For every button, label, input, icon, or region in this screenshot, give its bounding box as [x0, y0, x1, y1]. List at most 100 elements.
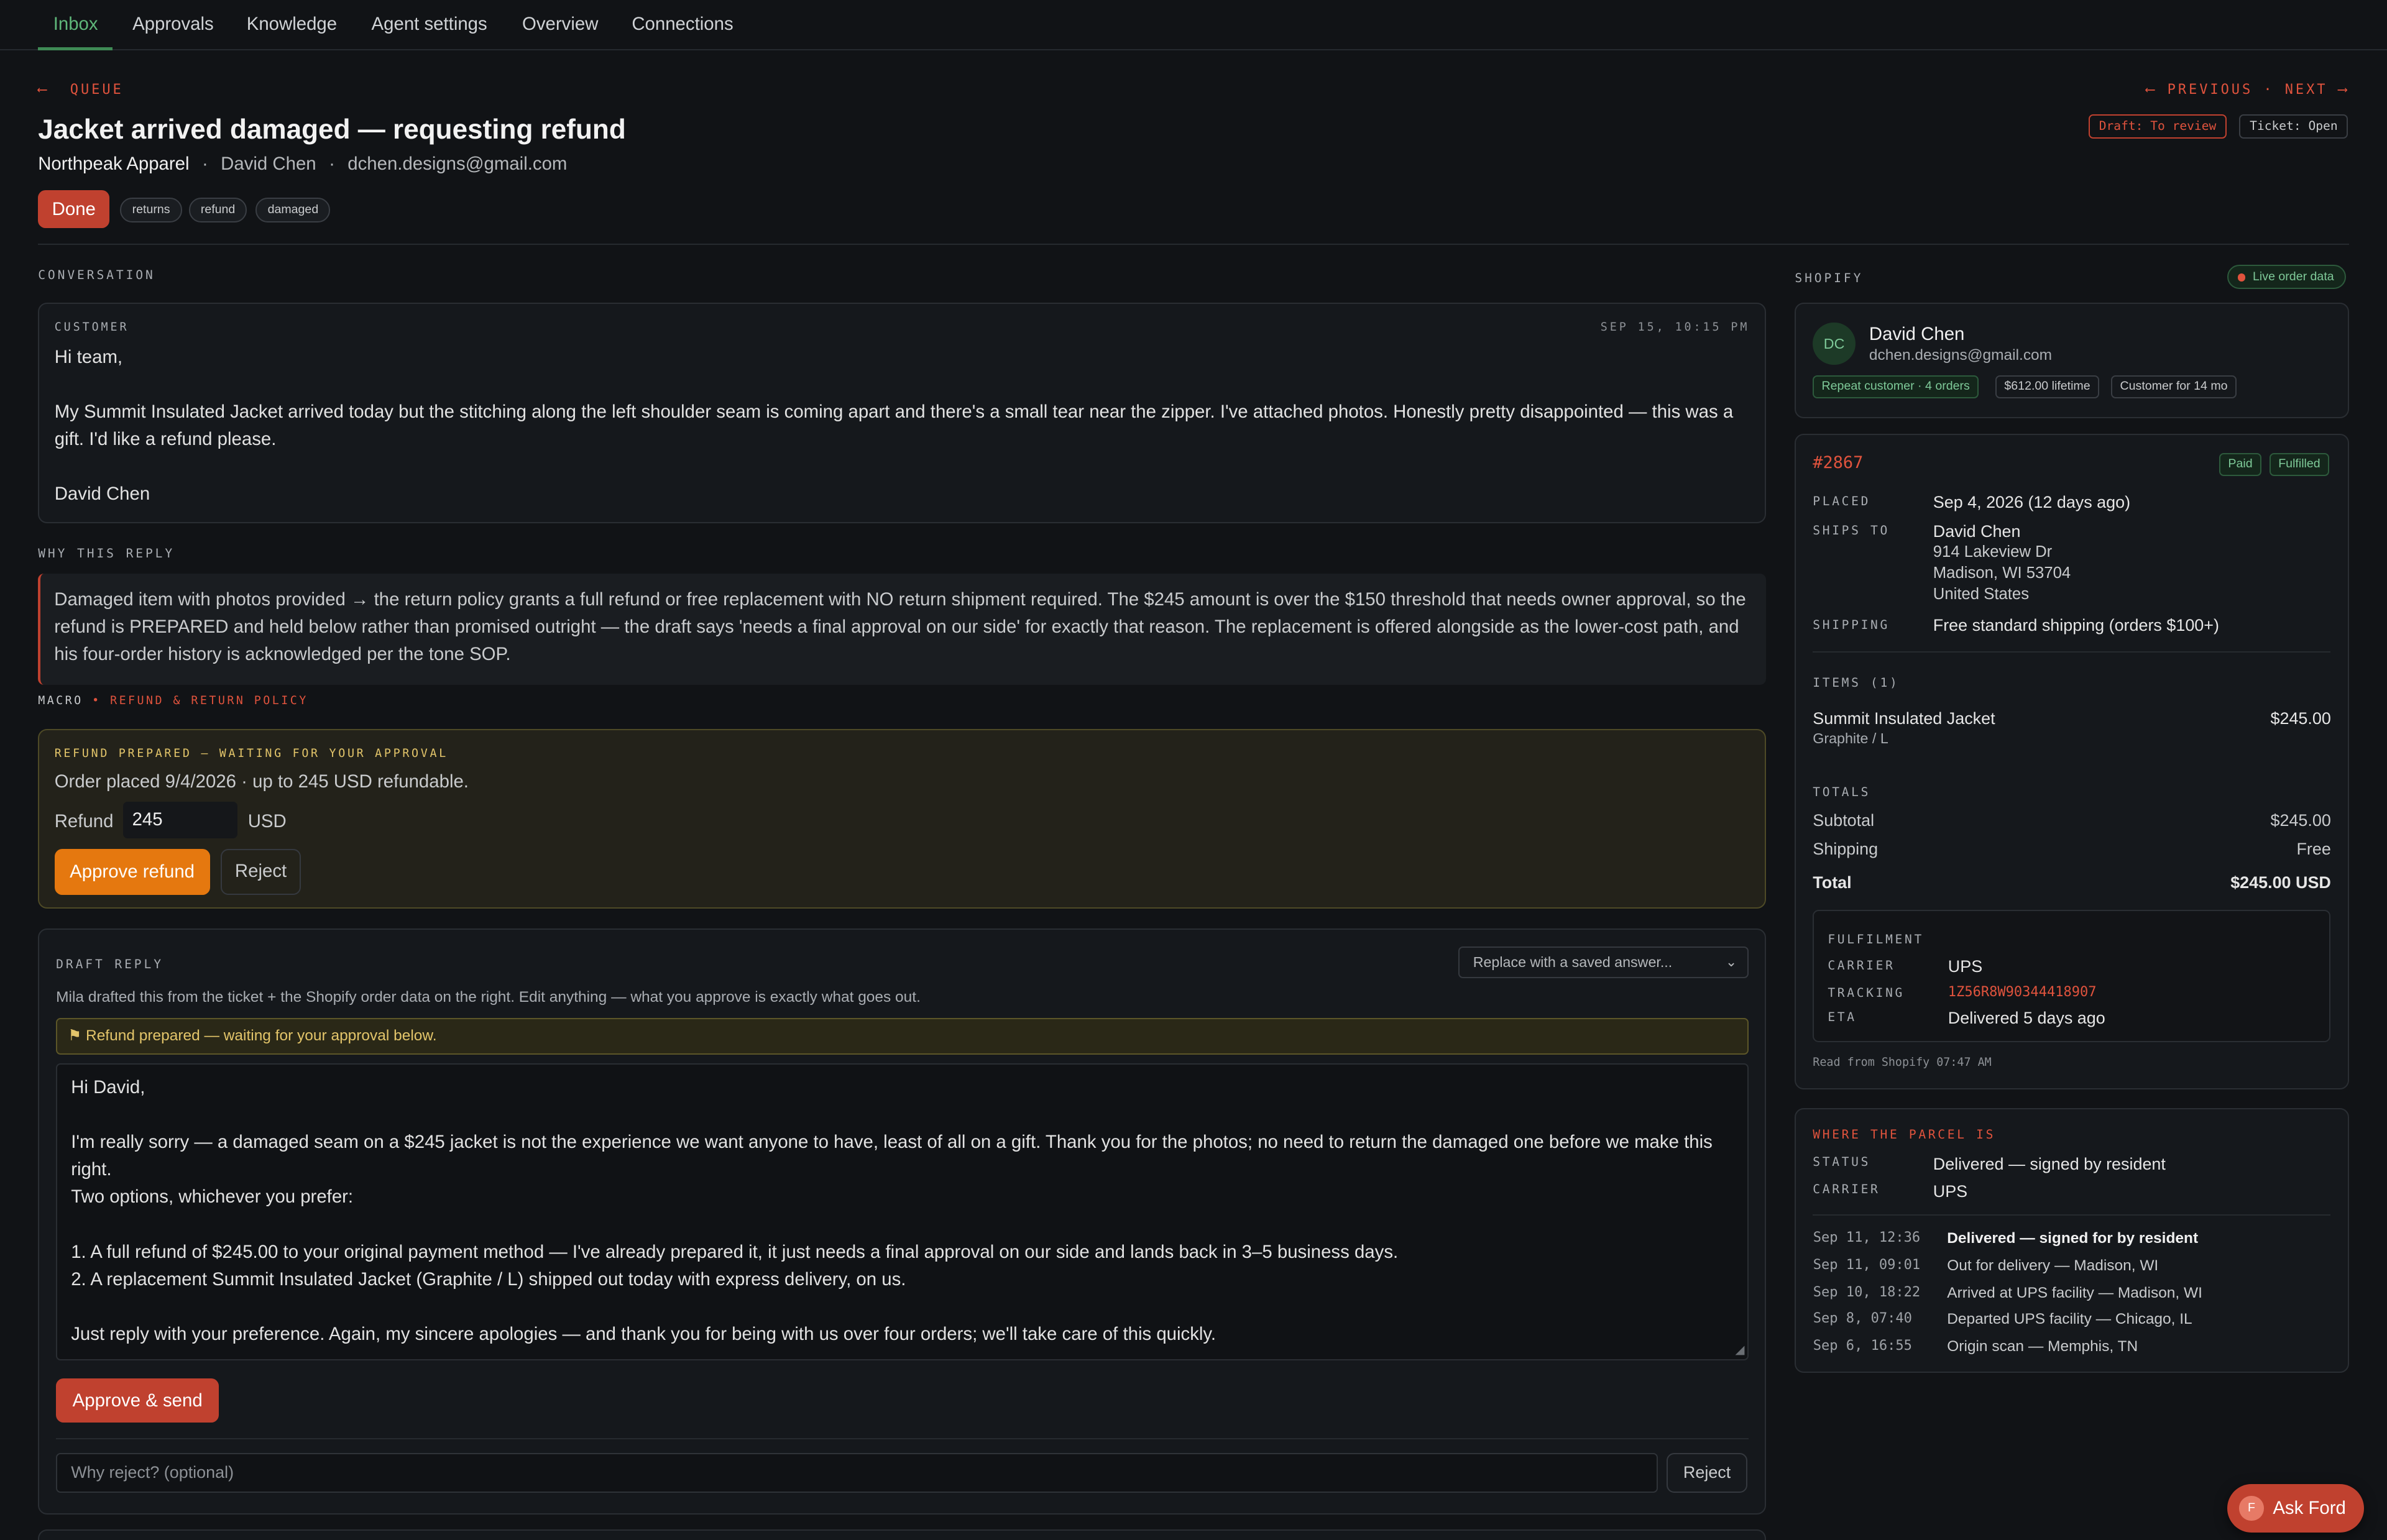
ford-avatar: F — [2239, 1496, 2264, 1521]
subtotal-value: $245.00 — [2270, 810, 2331, 830]
draft-divider — [56, 1437, 1749, 1440]
draft-line: 1. A full refund of $245.00 to your orig… — [71, 1241, 1399, 1262]
tab-agent-settings[interactable]: Agent settings — [372, 14, 487, 35]
tag-returns: returns — [120, 198, 182, 222]
live-dot-icon — [2237, 273, 2245, 282]
timeline-time: Sep 11, 09:01 — [1813, 1257, 1921, 1273]
live-order-badge: Live order data — [2227, 265, 2346, 290]
back-to-queue-link[interactable]: ⟵ QUEUE — [38, 82, 123, 98]
reject-reason-input[interactable]: Why reject? (optional) — [56, 1453, 1658, 1493]
meta-separator: · — [201, 154, 208, 175]
next-label: NEXT — [2284, 82, 2328, 98]
draft-body-textarea[interactable]: Hi David, I'm really sorry — a damaged s… — [56, 1063, 1749, 1360]
draft-line: Hi David, — [71, 1077, 145, 1098]
item-price: $245.00 — [2270, 708, 2331, 728]
refund-info: Order placed 9/4/2026 · up to 245 USD re… — [54, 771, 469, 792]
ship-address-name: David Chen — [1933, 521, 2021, 541]
draft-description: Mila drafted this from the ticket + the … — [56, 989, 921, 1006]
parcel-status-value: Delivered — signed by resident — [1933, 1155, 2166, 1174]
timeline-time: Sep 6, 16:55 — [1813, 1337, 1912, 1354]
customer-message-card: CUSTOMER SEP 15, 10:15 PM Hi team, My Su… — [38, 303, 1766, 524]
shopify-label: SHOPIFY — [1795, 270, 1864, 285]
timeline-event: Origin scan — Memphis, TN — [1947, 1337, 2138, 1355]
next-card-edge — [38, 1529, 1766, 1540]
live-label: Live order data — [2253, 270, 2334, 284]
message-time: SEP 15, 10:15 PM — [1600, 321, 1750, 334]
ship-address-line: United States — [1933, 585, 2030, 603]
shopify-customer-card: DC David Chen dchen.designs@gmail.com Re… — [1795, 303, 2349, 419]
macro-line: MACRO • REFUND & RETURN POLICY — [38, 694, 308, 707]
tracking-link[interactable]: 1Z56R8W90344418907 — [1948, 984, 2097, 1000]
arrow-right-icon: ⟶ — [2338, 82, 2349, 98]
message-role: CUSTOMER — [54, 321, 129, 334]
order-number[interactable]: #2867 — [1813, 453, 1863, 472]
reject-draft-button[interactable]: Reject — [1667, 1453, 1747, 1493]
draft-line: Just reply with your preference. Again, … — [71, 1323, 1216, 1344]
arrow-left-icon: ⟵ — [2146, 82, 2157, 98]
approve-refund-button[interactable]: Approve refund — [54, 849, 210, 895]
why-label: WHY THIS REPLY — [38, 546, 175, 561]
tab-overview[interactable]: Overview — [522, 14, 598, 35]
read-from-shopify: Read from Shopify 07:47 AM — [1813, 1056, 1992, 1070]
item-variant: Graphite / L — [1813, 730, 1888, 747]
parcel-carrier-label: CARRIER — [1813, 1182, 1880, 1197]
arrow-left-icon: ⟵ — [38, 82, 49, 98]
ask-ford-label: Ask Ford — [2273, 1497, 2346, 1518]
message-signature: David Chen — [54, 484, 150, 505]
divider — [1813, 1214, 2330, 1216]
active-tab-indicator — [38, 47, 113, 50]
refund-currency: USD — [247, 810, 287, 832]
top-nav: Inbox Approvals Knowledge Agent settings… — [0, 0, 2387, 50]
shopify-customer-name: David Chen — [1869, 324, 1965, 345]
draft-reply-card: DRAFT REPLY Replace with a saved answer.… — [38, 928, 1766, 1515]
message-body: My Summit Insulated Jacket arrived today… — [54, 401, 1734, 450]
resize-handle-icon[interactable]: ◢ — [1735, 1342, 1744, 1357]
macro-value[interactable]: • REFUND & RETURN POLICY — [92, 694, 308, 707]
tab-approvals[interactable]: Approvals — [132, 14, 214, 35]
customer-email: dchen.designs@gmail.com — [347, 154, 568, 175]
previous-link[interactable]: ⟵ PREVIOUS — [2146, 82, 2253, 98]
tab-inbox[interactable]: Inbox — [53, 14, 98, 35]
refund-heading: REFUND PREPARED — WAITING FOR YOUR APPRO… — [54, 747, 448, 760]
reject-refund-button[interactable]: Reject — [220, 849, 301, 895]
lifetime-badge: $612.00 lifetime — [1995, 375, 2099, 399]
chevron-down-icon: ⌄ — [1725, 953, 1737, 969]
draft-line: I'm really sorry — a damaged seam on a $… — [71, 1132, 1713, 1180]
carrier-label: CARRIER — [1828, 958, 1895, 973]
ship-address-line: 914 Lakeview Dr — [1933, 543, 2053, 561]
shipping-label: SHIPPING — [1813, 617, 1890, 632]
saved-answer-placeholder: Replace with a saved answer... — [1473, 953, 1673, 970]
next-link[interactable]: NEXT ⟶ — [2285, 82, 2349, 98]
pager-separator: · — [2263, 82, 2274, 98]
total-label: Total — [1813, 873, 1852, 892]
why-text: Damaged item with photos provided → the … — [54, 589, 1746, 664]
refund-field-label: Refund — [54, 810, 114, 832]
totals-label: TOTALS — [1813, 785, 1871, 800]
subtotal-label: Subtotal — [1813, 810, 1875, 830]
ticket-status-badge: Ticket: Open — [2239, 114, 2348, 139]
pager: ⟵ PREVIOUS · NEXT ⟶ — [2146, 82, 2349, 98]
done-button[interactable]: Done — [38, 190, 110, 229]
eta-value: Delivered 5 days ago — [1948, 1008, 2105, 1027]
approve-send-button[interactable]: Approve & send — [56, 1378, 219, 1423]
tab-connections[interactable]: Connections — [632, 14, 733, 35]
repeat-customer-badge: Repeat customer · 4 orders — [1813, 375, 1979, 399]
tracking-label: TRACKING — [1828, 986, 1905, 1001]
ask-ford-button[interactable]: F Ask Ford — [2227, 1483, 2365, 1533]
store-name: Northpeak Apparel — [38, 154, 190, 175]
refund-amount-input[interactable]: 245 — [122, 802, 237, 838]
draft-line: 2. A replacement Summit Insulated Jacket… — [71, 1268, 906, 1290]
refund-notice-banner: ⚑ Refund prepared — waiting for your app… — [56, 1017, 1749, 1055]
tab-knowledge[interactable]: Knowledge — [247, 14, 337, 35]
eta-label: ETA — [1828, 1010, 1857, 1025]
draft-status-badge: Draft: To review — [2089, 114, 2227, 139]
draft-label: DRAFT REPLY — [56, 956, 163, 971]
shipping-cost-label: Shipping — [1813, 840, 1879, 859]
why-card: Damaged item with photos provided → the … — [38, 574, 1766, 685]
conversation-label: CONVERSATION — [38, 268, 155, 283]
customer-name: David Chen — [221, 154, 316, 175]
back-label: QUEUE — [70, 82, 124, 98]
shipping-cost-value: Free — [2296, 840, 2331, 859]
fulfilment-label: FULFILMENT — [1828, 932, 1924, 947]
saved-answer-select[interactable]: Replace with a saved answer... ⌄ — [1458, 946, 1749, 979]
